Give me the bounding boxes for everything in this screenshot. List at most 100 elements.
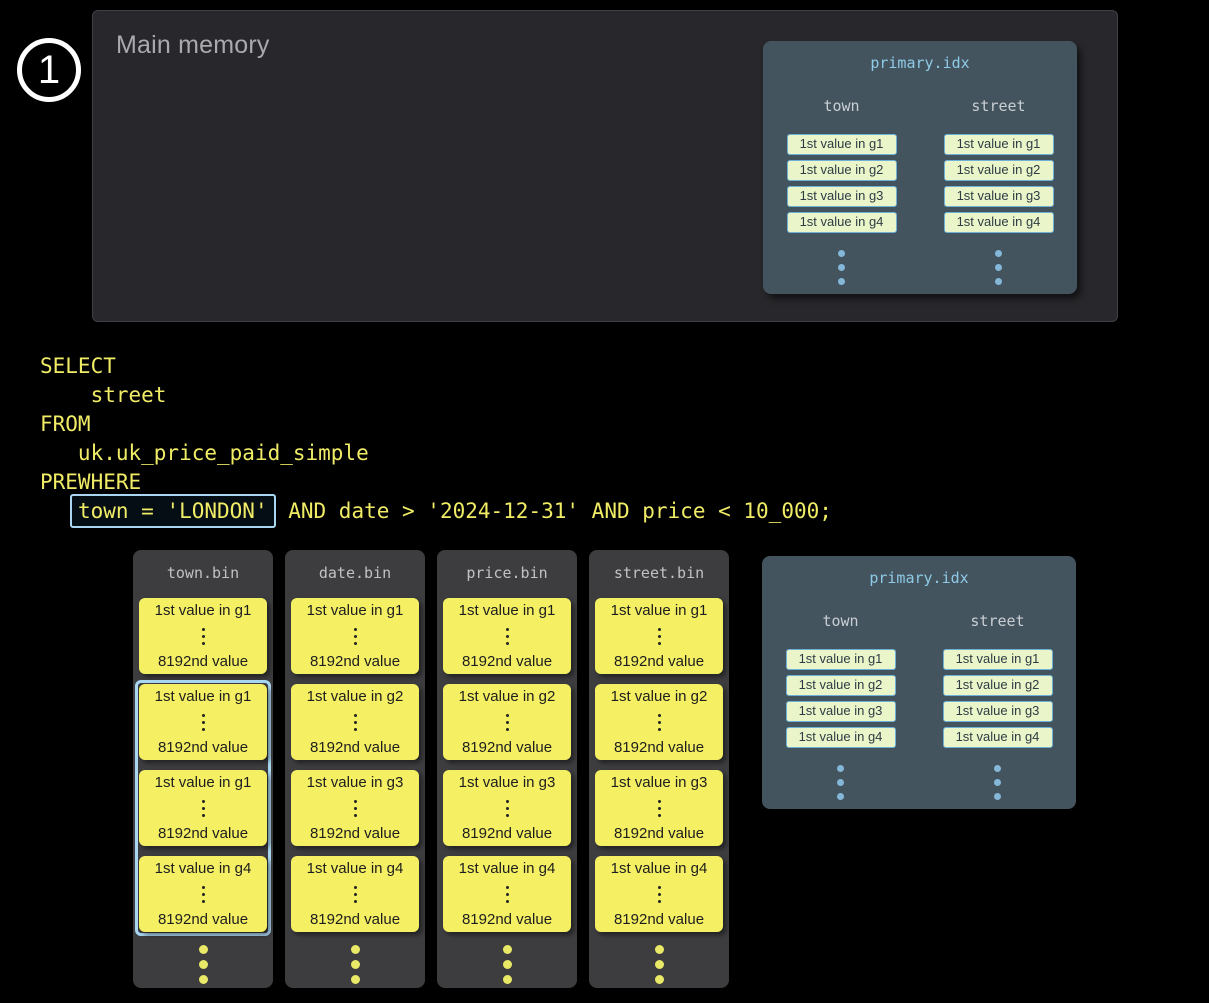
index-column-header: street <box>970 612 1024 630</box>
granule-first-value: 1st value in g1 <box>307 602 404 619</box>
granule-first-value: 1st value in g3 <box>611 774 708 791</box>
index-mark-entry: 1st value in g4 <box>943 727 1053 748</box>
sql-segment: street <box>40 383 166 407</box>
sql-segment: FROM <box>40 412 91 436</box>
granule-ellipsis-dots <box>506 886 509 903</box>
granule-first-value: 1st value in g3 <box>307 774 404 791</box>
ellipsis-dot <box>506 635 509 638</box>
primary-index-title: primary.idx <box>763 54 1077 72</box>
granule-first-value: 1st value in g1 <box>611 602 708 619</box>
ellipsis-dot <box>351 945 360 954</box>
sql-line: FROM <box>40 410 832 439</box>
granule-block: 1st value in g18192nd value <box>139 770 267 846</box>
granule-last-value: 8192nd value <box>158 911 248 928</box>
ellipsis-dot <box>202 800 205 803</box>
index-mark-entry: 1st value in g4 <box>786 727 896 748</box>
granule-first-value: 1st value in g4 <box>307 860 404 877</box>
primary-index-panel-memory: primary.idxtown1st value in g11st value … <box>763 41 1077 294</box>
index-mark-entry: 1st value in g2 <box>786 675 896 696</box>
granule-block: 1st value in g1 8192nd value <box>291 598 419 674</box>
granule-ellipsis-dots <box>354 886 357 903</box>
granule-ellipsis-dots <box>658 628 661 645</box>
ellipsis-dot <box>202 642 205 645</box>
main-memory-title: Main memory <box>116 31 270 60</box>
sql-query-code: SELECT streetFROM uk.uk_price_paid_simpl… <box>40 352 832 526</box>
ellipsis-dot <box>354 900 357 903</box>
granule-ellipsis-dots <box>506 628 509 645</box>
ellipsis-dot <box>354 886 357 889</box>
granule-last-value: 8192nd value <box>310 653 400 670</box>
sql-line: town = 'LONDON' AND date > '2024-12-31' … <box>40 497 832 526</box>
bin-file-panel-price-bin: price.bin 1st value in g18192nd value 1st … <box>437 550 577 988</box>
ellipsis-dot <box>838 278 845 285</box>
granule-last-value: 8192nd value <box>310 825 400 842</box>
primary-index-column-town: town1st value in g11st value in g21st va… <box>762 612 919 800</box>
sql-line: SELECT <box>40 352 832 381</box>
ellipsis-dot <box>994 793 1001 800</box>
ellipsis-dot <box>503 945 512 954</box>
ellipsis-dot <box>658 728 661 731</box>
ellipsis-dot <box>994 765 1001 772</box>
ellipsis-dot <box>354 628 357 631</box>
ellipsis-dot <box>658 886 661 889</box>
sql-segment: AND date > '2024-12-31' AND price < 10_0… <box>276 499 832 523</box>
index-mark-entry: 1st value in g2 <box>943 675 1053 696</box>
ellipsis-dot <box>202 893 205 896</box>
bin-file-title: town.bin <box>133 550 273 582</box>
ellipsis-dot <box>506 900 509 903</box>
index-column-header: town <box>823 97 859 115</box>
granule-blocks: 1st value in g1 8192nd value 1st value in … <box>589 598 729 932</box>
prewhere-town-highlight-box: town = 'LONDON' <box>70 494 276 528</box>
granule-first-value: 1st value in g1 <box>155 602 252 619</box>
granule-last-value: 8192nd value <box>614 911 704 928</box>
granule-last-value: 8192nd value <box>158 653 248 670</box>
step-number-badge: 1 <box>17 38 81 102</box>
ellipsis-dot <box>354 807 357 810</box>
granule-last-value: 8192nd value <box>462 911 552 928</box>
ellipsis-dot <box>354 635 357 638</box>
bin-file-title: price.bin <box>437 550 577 582</box>
index-mark-entry: 1st value in g3 <box>944 186 1054 207</box>
primary-index-columns: town1st value in g11st value in g21st va… <box>762 612 1076 800</box>
ellipsis-dot <box>506 800 509 803</box>
selected-granules-highlight: 1st value in g18192nd value1st value in … <box>135 680 271 936</box>
index-ellipsis-dots <box>995 250 1002 285</box>
granule-ellipsis-dots <box>658 714 661 731</box>
ellipsis-dot <box>199 975 208 984</box>
ellipsis-dot <box>202 721 205 724</box>
ellipsis-dot <box>199 945 208 954</box>
granule-block: 1st value in g18192nd value <box>443 598 571 674</box>
ellipsis-dot <box>506 628 509 631</box>
granule-first-value: 1st value in g1 <box>155 688 252 705</box>
ellipsis-dot <box>658 807 661 810</box>
index-ellipsis-dots <box>994 765 1001 800</box>
ellipsis-dot <box>658 635 661 638</box>
bin-file-panel-street-bin: street.bin1st value in g18192nd value1st… <box>589 550 729 988</box>
granule-last-value: 8192nd value <box>462 653 552 670</box>
ellipsis-dot <box>506 886 509 889</box>
ellipsis-dot <box>995 278 1002 285</box>
granule-ellipsis-dots <box>202 628 205 645</box>
granule-block: 1st value in g28192nd value <box>291 684 419 760</box>
granule-ellipsis-dots <box>354 714 357 731</box>
ellipsis-dot <box>995 264 1002 271</box>
granule-block: 1st value in g28192nd value <box>443 684 571 760</box>
ellipsis-dot <box>506 721 509 724</box>
ellipsis-dot <box>658 893 661 896</box>
granule-block: 1st value in g38192nd value <box>595 770 723 846</box>
index-mark-entry: 1st value in g2 <box>787 160 897 181</box>
sql-segment: PREWHERE <box>40 470 141 494</box>
index-column-header: town <box>822 612 858 630</box>
ellipsis-dot <box>202 635 205 638</box>
granule-last-value: 8192nd value <box>158 739 248 756</box>
bin-file-title: street.bin <box>589 550 729 582</box>
ellipsis-dot <box>837 765 844 772</box>
ellipsis-dot <box>658 628 661 631</box>
granule-last-value: 8192nd value <box>462 739 552 756</box>
index-mark-entry: 1st value in g4 <box>787 212 897 233</box>
primary-index-title: primary.idx <box>762 569 1076 587</box>
granule-last-value: 8192nd value <box>462 825 552 842</box>
granule-ellipsis-dots <box>506 714 509 731</box>
index-mark-entry: 1st value in g2 <box>944 160 1054 181</box>
bin-ellipsis-dots <box>589 945 729 984</box>
